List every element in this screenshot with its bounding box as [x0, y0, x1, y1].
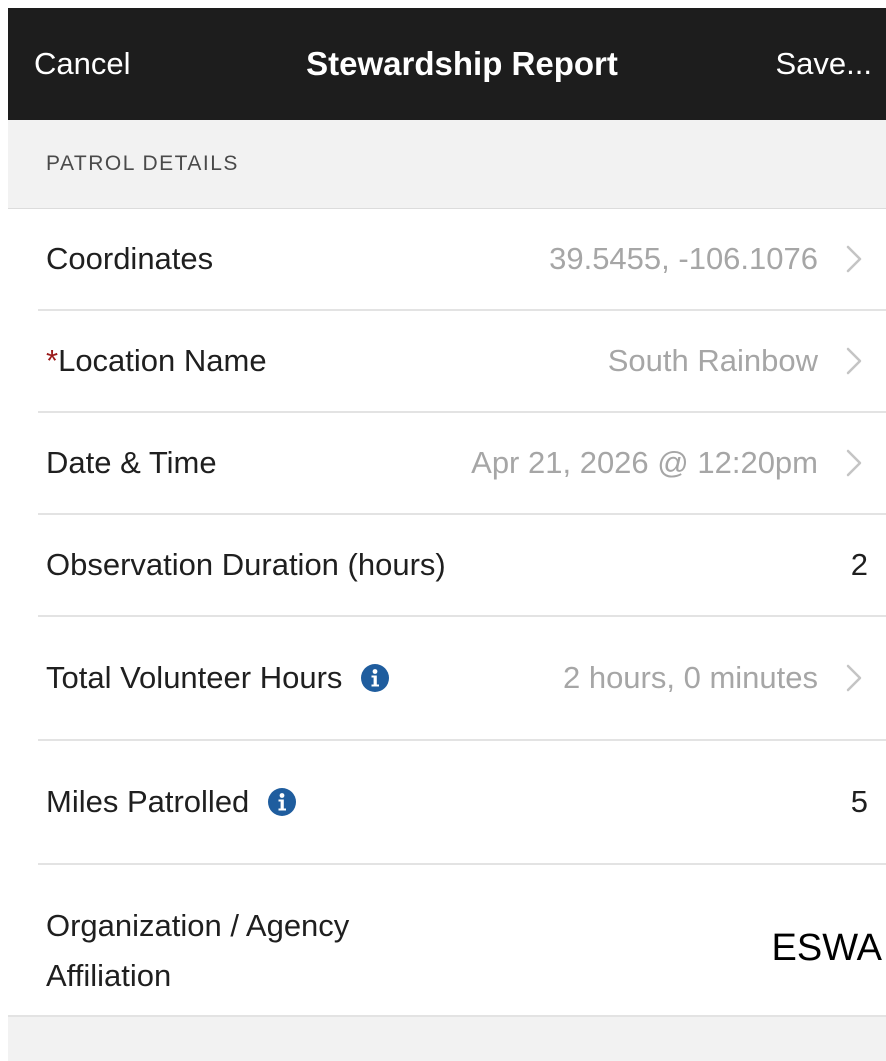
date-time-value: Apr 21, 2026 @ 12:20pm [471, 445, 818, 480]
navigation-bar: Cancel Stewardship Report Save... [8, 8, 886, 120]
coordinates-row[interactable]: Coordinates 39.5455, -106.1076 [38, 209, 886, 311]
required-marker: * [46, 343, 59, 378]
organization-affiliation-label: Organization / Agency Affiliation [46, 901, 349, 1001]
list-bottom-divider [8, 1015, 886, 1017]
save-button[interactable]: Save... [776, 8, 873, 120]
date-time-label: Date & Time [46, 445, 217, 480]
total-volunteer-hours-label: Total Volunteer Hours [46, 617, 390, 739]
organization-affiliation-row[interactable]: Organization / Agency Affiliation ESWA [38, 865, 886, 1015]
miles-patrolled-row[interactable]: Miles Patrolled 5 [38, 741, 886, 865]
location-name-label-text: Location Name [58, 343, 267, 378]
organization-label-line2: Affiliation [46, 958, 172, 993]
content-area: PATROL DETAILS Coordinates 39.5455, -106… [8, 120, 886, 1061]
date-time-row[interactable]: Date & Time Apr 21, 2026 @ 12:20pm [38, 413, 886, 515]
section-header-patrol-details: PATROL DETAILS [8, 120, 886, 209]
chevron-right-icon [846, 209, 862, 309]
coordinates-label: Coordinates [46, 241, 214, 276]
total-volunteer-hours-label-text: Total Volunteer Hours [46, 660, 343, 695]
organization-affiliation-value[interactable]: ESWA [772, 927, 883, 970]
location-name-value: South Rainbow [607, 343, 818, 378]
chevron-right-icon [846, 617, 862, 739]
coordinates-value: 39.5455, -106.1076 [549, 241, 818, 276]
observation-duration-row[interactable]: Observation Duration (hours) 2 [38, 515, 886, 617]
location-name-row[interactable]: * Location Name South Rainbow [38, 311, 886, 413]
chevron-right-icon [846, 311, 862, 411]
miles-patrolled-label-text: Miles Patrolled [46, 784, 250, 819]
observation-duration-label: Observation Duration (hours) [46, 547, 446, 582]
total-volunteer-hours-value: 2 hours, 0 minutes [562, 660, 818, 695]
chevron-right-icon [846, 413, 862, 513]
page-title: Stewardship Report [306, 45, 618, 82]
location-name-label: * Location Name [46, 311, 267, 411]
miles-patrolled-value[interactable]: 5 [851, 741, 868, 863]
info-icon[interactable] [360, 663, 390, 693]
patrol-details-list: Coordinates 39.5455, -106.1076 * Location… [8, 209, 886, 1015]
observation-duration-value[interactable]: 2 [851, 515, 868, 615]
organization-label-line1: Organization / Agency [46, 908, 350, 943]
miles-patrolled-label: Miles Patrolled [46, 741, 297, 863]
total-volunteer-hours-row[interactable]: Total Volunteer Hours 2 hours, 0 minutes [38, 617, 886, 741]
top-strip [0, 0, 886, 8]
info-icon[interactable] [267, 787, 297, 817]
